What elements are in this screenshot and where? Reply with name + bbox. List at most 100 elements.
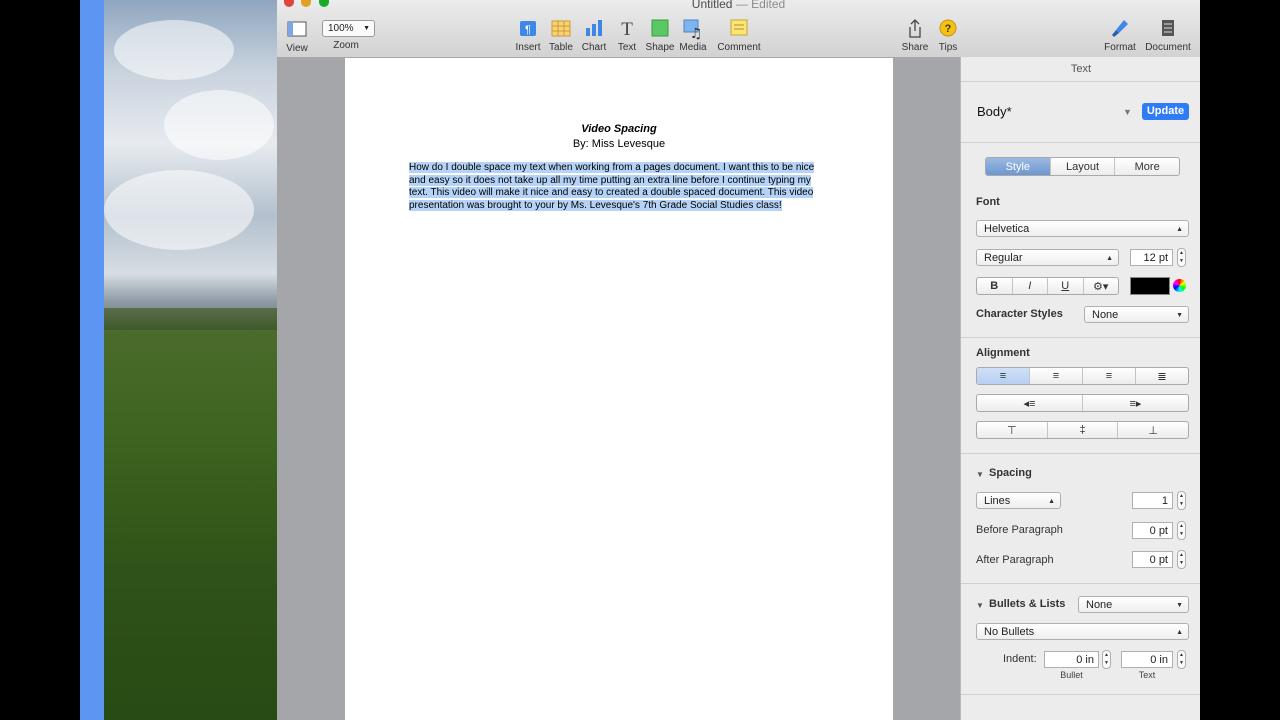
font-size-field[interactable]: 12 pt [1130, 249, 1173, 266]
character-styles-select[interactable]: None ▼ [1084, 306, 1189, 323]
spacing-label[interactable]: Spacing [989, 467, 1032, 479]
left-blue-border [80, 0, 104, 720]
chart-button[interactable]: Chart [579, 18, 609, 53]
chevron-down-icon: ▼ [1176, 312, 1183, 319]
bullets-lists-label[interactable]: Bullets & Lists [989, 598, 1065, 610]
document-byline[interactable]: By: Miss Levesque [345, 138, 893, 150]
spacing-mode-select[interactable]: Lines ▲ [976, 492, 1061, 509]
shape-button[interactable]: Shape [645, 18, 675, 53]
zoom-label: Zoom [333, 40, 359, 51]
svg-text:♫: ♫ [690, 26, 703, 40]
zoom-select[interactable]: 100% ▼ [322, 20, 375, 37]
color-wheel-icon[interactable] [1173, 279, 1186, 292]
font-typeface-select[interactable]: Regular ▲ [976, 249, 1119, 266]
indent-buttons: ◂≡ ≡▸ [976, 394, 1189, 412]
pages-window: Untitled — Edited View 100% ▼ Zoom ¶ Inse… [277, 0, 1200, 720]
tab-style[interactable]: Style [986, 158, 1050, 175]
help-icon: ? [939, 19, 957, 37]
text-style-buttons: B I U ⚙▾ [976, 277, 1119, 295]
text-color-well[interactable] [1130, 277, 1170, 295]
alignment-label: Alignment [976, 347, 1030, 359]
tab-more[interactable]: More [1114, 158, 1179, 175]
before-paragraph-field[interactable]: 0 pt [1132, 522, 1173, 539]
window-title: Untitled — Edited [691, 0, 786, 11]
text-indent-field[interactable]: 0 in [1121, 651, 1173, 668]
align-justify-icon[interactable]: ≣ [1135, 368, 1188, 384]
text-button[interactable]: T Text [612, 18, 642, 53]
increase-indent-icon[interactable]: ≡▸ [1082, 395, 1188, 411]
before-paragraph-stepper[interactable]: ▲ ▼ [1177, 521, 1186, 540]
paragraph-style-name[interactable]: Body* [977, 104, 1012, 119]
table-button[interactable]: Table [546, 18, 576, 53]
indent-label: Indent: [1003, 653, 1037, 665]
insert-icon: ¶ [520, 21, 536, 36]
disclosure-triangle-icon[interactable]: ▼ [976, 470, 984, 479]
italic-button[interactable]: I [1011, 278, 1048, 294]
format-button[interactable]: Format [1100, 18, 1140, 53]
align-top-icon[interactable]: ⊤ [977, 422, 1047, 438]
bullets-style-select[interactable]: None ▼ [1078, 596, 1189, 613]
bold-button[interactable]: B [977, 278, 1012, 294]
desktop-wallpaper [104, 0, 280, 720]
line-spacing-field[interactable]: 1 [1132, 492, 1173, 509]
underline-button[interactable]: U [1047, 278, 1083, 294]
vertical-alignment-buttons: ⊤ ‡ ⊥ [976, 421, 1189, 439]
align-center-icon[interactable]: ≡ [1029, 368, 1082, 384]
svg-text:T: T [621, 19, 633, 40]
text-indent-stepper[interactable]: ▲ ▼ [1177, 650, 1186, 669]
font-family-select[interactable]: Helvetica ▲ [976, 220, 1189, 237]
document-button[interactable]: Document [1143, 18, 1193, 53]
decrease-indent-icon[interactable]: ◂≡ [977, 395, 1082, 411]
inspector-header: Text [961, 57, 1200, 82]
share-button[interactable]: Share [899, 18, 931, 53]
chart-icon [586, 20, 602, 36]
chevron-down-icon[interactable]: ▼ [1123, 107, 1132, 117]
updown-icon: ▲ [1048, 498, 1055, 505]
align-bottom-icon[interactable]: ⊥ [1117, 422, 1188, 438]
text-icon: T [621, 19, 633, 40]
document-canvas: Video Spacing By: Miss Levesque How do I… [277, 58, 960, 720]
bullet-indent-stepper[interactable]: ▲ ▼ [1102, 650, 1111, 669]
view-label: View [286, 43, 308, 54]
updown-icon: ▲ [1106, 255, 1113, 262]
insert-button[interactable]: ¶ Insert [513, 18, 543, 53]
gear-icon[interactable]: ⚙▾ [1082, 278, 1119, 294]
line-spacing-stepper[interactable]: ▲ ▼ [1177, 491, 1186, 510]
document-body-text[interactable]: How do I double space my text when worki… [409, 162, 827, 212]
comment-button[interactable]: Comment [711, 18, 767, 53]
format-inspector: Text Body* ▼ Update Style Layout More Fo… [960, 57, 1200, 720]
alignment-buttons: ≡ ≡ ≡ ≣ [976, 367, 1189, 385]
document-page[interactable]: Video Spacing By: Miss Levesque How do I… [345, 58, 893, 720]
tab-layout[interactable]: Layout [1049, 158, 1115, 175]
screen: Untitled — Edited View 100% ▼ Zoom ¶ Inse… [80, 0, 1200, 720]
chevron-down-icon: ▼ [1176, 602, 1183, 609]
align-left-icon[interactable]: ≡ [977, 368, 1029, 384]
bullet-type-select[interactable]: No Bullets ▲ [976, 623, 1189, 640]
view-icon [287, 21, 307, 37]
selected-text[interactable]: How do I double space my text when worki… [409, 162, 815, 211]
toolbar: Untitled — Edited View 100% ▼ Zoom ¶ Inse… [277, 0, 1200, 58]
media-icon: ♫ [683, 19, 703, 40]
align-right-icon[interactable]: ≡ [1082, 368, 1135, 384]
svg-text:?: ? [945, 23, 952, 35]
align-middle-icon[interactable]: ‡ [1046, 422, 1118, 438]
tips-button[interactable]: ? Tips [933, 18, 963, 53]
svg-text:¶: ¶ [525, 24, 531, 36]
font-section-label: Font [976, 196, 1000, 208]
font-size-stepper[interactable]: ▲ ▼ [1177, 248, 1186, 267]
after-paragraph-label: After Paragraph [976, 554, 1054, 566]
bullet-indent-field[interactable]: 0 in [1044, 651, 1099, 668]
media-button[interactable]: ♫ Media [678, 18, 708, 53]
disclosure-triangle-icon[interactable]: ▼ [976, 601, 984, 610]
updown-icon: ▲ [1176, 629, 1183, 636]
chevron-down-icon: ▼ [363, 25, 370, 32]
after-paragraph-stepper[interactable]: ▲ ▼ [1177, 550, 1186, 569]
updown-icon: ▲ [1176, 226, 1183, 233]
before-paragraph-label: Before Paragraph [976, 524, 1063, 536]
view-button[interactable]: View [283, 19, 311, 54]
paintbrush-icon [1112, 20, 1128, 37]
after-paragraph-field[interactable]: 0 pt [1132, 551, 1173, 568]
update-button[interactable]: Update [1142, 103, 1189, 120]
share-icon [909, 19, 921, 38]
document-title[interactable]: Video Spacing [345, 123, 893, 135]
